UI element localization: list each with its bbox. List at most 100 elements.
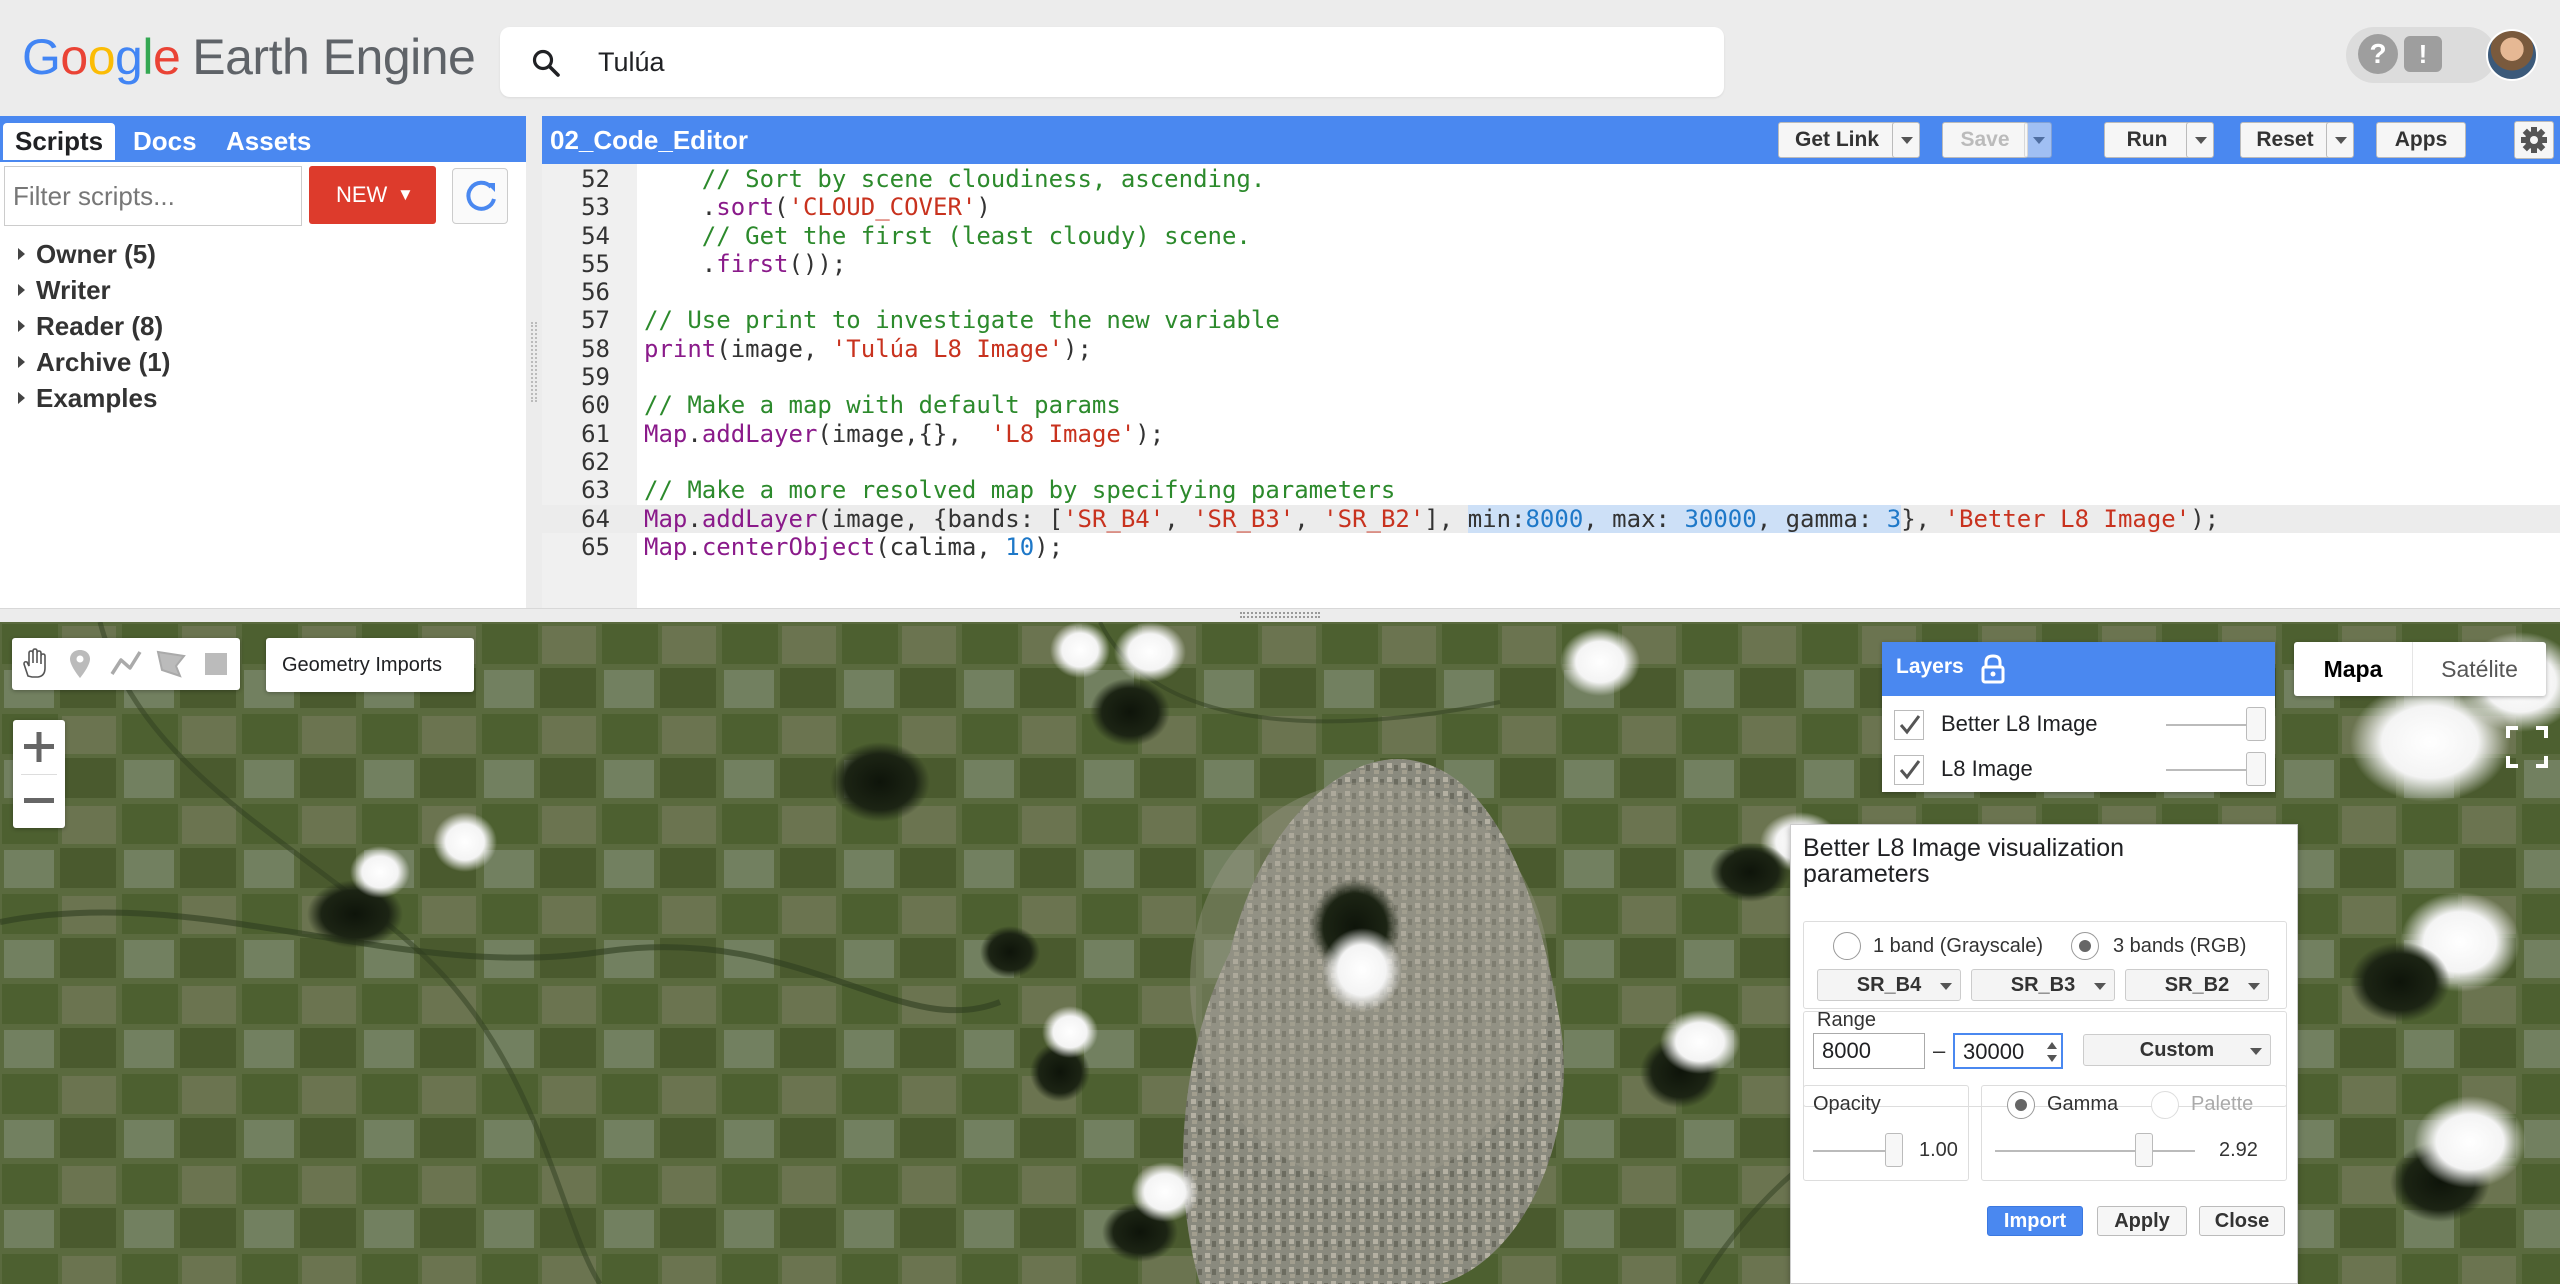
map-type-mapa-button[interactable]: Mapa	[2294, 642, 2412, 696]
code-line[interactable]: 53 .sort('CLOUD_COVER')	[542, 193, 2560, 221]
code-line[interactable]: 57 // Use print to investigate the new va…	[542, 306, 2560, 334]
lock-icon[interactable]	[1978, 653, 2008, 685]
code-line[interactable]: 64 Map.addLayer(image, {bands: ['SR_B4', …	[542, 504, 2560, 533]
layers-panel: Layers Better L8 Image L8 Image	[1882, 642, 2275, 792]
tab-scripts[interactable]: Scripts	[3, 123, 116, 160]
horizontal-splitter[interactable]	[0, 608, 2560, 622]
logo-letter: l	[142, 29, 153, 85]
tab-docs[interactable]: Docs	[121, 123, 209, 160]
search-box[interactable]: Tulúa	[500, 27, 1724, 97]
code-text: Map.addLayer(image,{}, 'L8 Image');	[644, 420, 1164, 448]
code-line[interactable]: 61 Map.addLayer(image,{}, 'L8 Image');	[542, 420, 2560, 448]
help-icon[interactable]: ?	[2358, 34, 2398, 74]
app-root: Google Earth Engine Tulúa ? ! Scripts Doc…	[0, 0, 2560, 1284]
tab-assets[interactable]: Assets	[214, 123, 323, 160]
line-tool-icon[interactable]	[108, 646, 144, 682]
tree-item-reader[interactable]: Reader (8)	[14, 308, 170, 344]
save-button[interactable]: Save	[1942, 122, 2028, 158]
zoom-in-icon[interactable]	[13, 720, 65, 774]
opacity-slider-handle[interactable]	[1885, 1133, 1903, 1167]
zoom-out-icon[interactable]	[13, 774, 65, 828]
reset-menu-button[interactable]	[2326, 122, 2354, 158]
band-blue-select[interactable]: SR_B2	[2125, 969, 2269, 1001]
layer-visibility-checkbox[interactable]	[1894, 710, 1924, 740]
opacity-track	[2166, 769, 2254, 771]
import-button[interactable]: Import	[1987, 1206, 2083, 1236]
map-canvas[interactable]: Geometry Imports Layers Better L8 Image …	[0, 622, 2560, 1284]
code-line[interactable]: 60 // Make a map with default params	[542, 391, 2560, 419]
radio-1-band[interactable]	[1833, 932, 1861, 960]
logo-letter: g	[115, 29, 143, 85]
code-token: centerObject	[701, 532, 876, 561]
code-line[interactable]: 62	[542, 448, 2560, 476]
code-token: addLayer	[701, 504, 818, 533]
close-button[interactable]: Close	[2199, 1206, 2285, 1236]
spinner-icon[interactable]	[2046, 1039, 2058, 1065]
range-separator: –	[1933, 1038, 1946, 1063]
code-text: Map.centerObject(calima, 10);	[644, 533, 1063, 561]
code-line[interactable]: 52 // Sort by scene cloudiness, ascendin…	[542, 165, 2560, 193]
band-green-select[interactable]: SR_B3	[1971, 969, 2115, 1001]
rectangle-tool-icon[interactable]	[198, 646, 234, 682]
map-type-satellite-button[interactable]: Satélite	[2412, 642, 2546, 696]
point-marker-icon[interactable]	[62, 646, 98, 682]
code-area[interactable]: 52 // Sort by scene cloudiness, ascendin…	[542, 165, 2560, 561]
apps-button[interactable]: Apps	[2376, 122, 2466, 158]
code-token: addLayer	[701, 419, 818, 448]
code-token: , max:	[1583, 504, 1685, 533]
search-input[interactable]: Tulúa	[598, 47, 665, 78]
scripts-panel: Scripts Docs Assets Filter scripts... NE…	[0, 116, 526, 608]
layer-row[interactable]: Better L8 Image	[1882, 702, 2275, 746]
polygon-tool-icon[interactable]	[154, 646, 190, 682]
band-red-select[interactable]: SR_B4	[1817, 969, 1961, 1001]
gear-icon[interactable]	[2514, 121, 2554, 159]
apply-button[interactable]: Apply	[2097, 1206, 2187, 1236]
code-line[interactable]: 54 // Get the first (least cloudy) scene…	[542, 222, 2560, 250]
radio-palette[interactable]	[2151, 1091, 2179, 1119]
tree-item-archive[interactable]: Archive (1)	[14, 344, 170, 380]
code-line[interactable]: 65 Map.centerObject(calima, 10);	[542, 533, 2560, 561]
vertical-splitter[interactable]	[526, 116, 542, 608]
run-button[interactable]: Run	[2104, 122, 2190, 158]
layer-row[interactable]: L8 Image	[1882, 747, 2275, 791]
opacity-slider-handle[interactable]	[2246, 707, 2266, 741]
geometry-imports-button[interactable]: Geometry Imports	[266, 638, 474, 692]
hand-tool-icon[interactable]	[16, 646, 52, 682]
fullscreen-icon[interactable]	[2502, 720, 2552, 774]
save-menu-button[interactable]	[2024, 122, 2052, 158]
opacity-track	[2166, 724, 2254, 726]
layer-visibility-checkbox[interactable]	[1894, 755, 1924, 785]
avatar[interactable]	[2486, 29, 2538, 81]
code-token: // Make a more resolved map by specifyin…	[644, 476, 1396, 505]
range-min-input[interactable]: 8000	[1813, 1033, 1925, 1069]
range-max-input[interactable]: 30000	[1953, 1033, 2063, 1069]
code-token: print	[644, 334, 717, 363]
tree-item-writer[interactable]: Writer	[14, 272, 170, 308]
radio-gamma[interactable]	[2007, 1091, 2035, 1119]
new-button[interactable]: NEW ▼	[309, 166, 436, 224]
code-token: ,	[1294, 504, 1324, 533]
code-editor: 02_Code_Editor Get Link Save Run Reset A…	[542, 116, 2560, 608]
earth-engine-logo[interactable]: Google Earth Engine	[22, 28, 476, 86]
code-line[interactable]: 58 print(image, 'Tulúa L8 Image');	[542, 335, 2560, 363]
refresh-icon[interactable]	[452, 168, 508, 224]
reset-button[interactable]: Reset	[2240, 122, 2330, 158]
gamma-slider-handle[interactable]	[2135, 1133, 2153, 1167]
code-line[interactable]: 55 .first());	[542, 250, 2560, 278]
code-line[interactable]: 56	[542, 278, 2560, 306]
get-link-menu-button[interactable]	[1892, 122, 1920, 158]
code-line[interactable]: 59	[542, 363, 2560, 391]
tree-item-examples[interactable]: Examples	[14, 380, 170, 416]
line-number: 55	[581, 249, 610, 278]
gamma-value: 2.92	[2219, 1139, 2258, 1161]
run-menu-button[interactable]	[2186, 122, 2214, 158]
code-line[interactable]: 63 // Make a more resolved map by specify…	[542, 476, 2560, 504]
get-link-button[interactable]: Get Link	[1778, 122, 1896, 158]
filter-scripts-input[interactable]: Filter scripts...	[4, 166, 302, 226]
feedback-icon[interactable]: !	[2404, 36, 2442, 72]
range-preset-select[interactable]: Custom	[2083, 1034, 2271, 1066]
opacity-slider-handle[interactable]	[2246, 752, 2266, 786]
tree-item-owner[interactable]: Owner (5)	[14, 236, 170, 272]
radio-3-bands[interactable]	[2071, 932, 2099, 960]
